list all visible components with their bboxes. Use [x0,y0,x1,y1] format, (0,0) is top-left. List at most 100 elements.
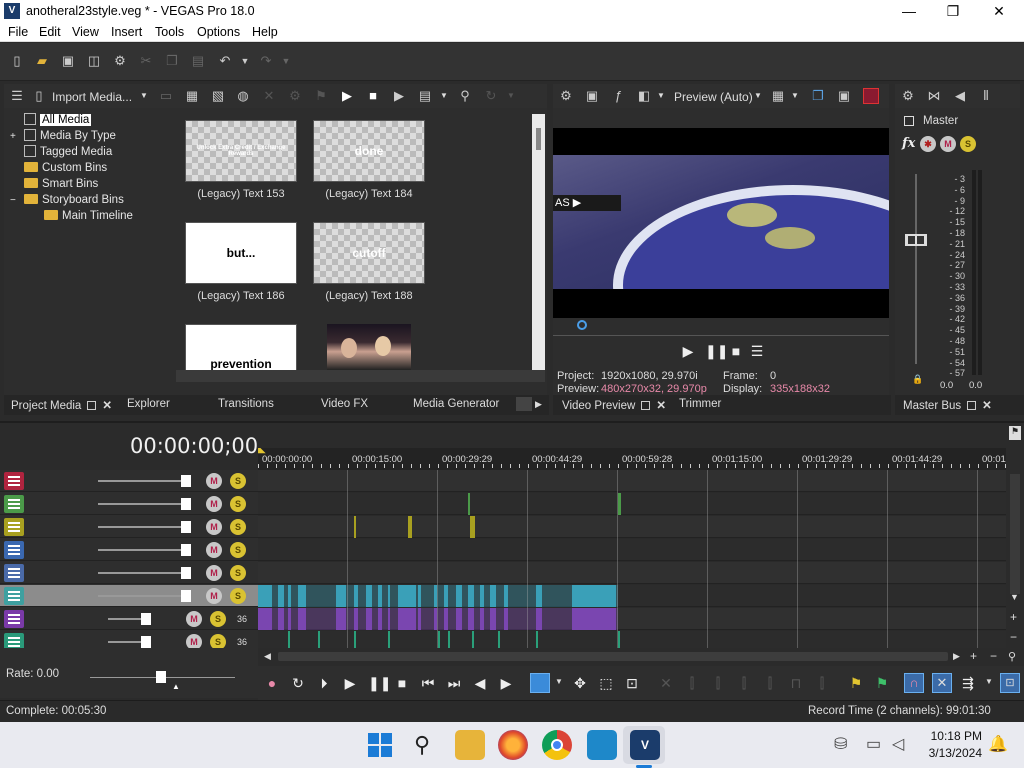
track-mute-icon[interactable]: M [206,473,222,489]
track-header[interactable]: M S 36 [0,608,258,630]
marker-icon[interactable]: ⚑ [848,674,864,692]
track-header[interactable]: MS [0,585,258,607]
media-scrollbar[interactable] [532,114,545,370]
tree-view-icon[interactable]: ☰ [10,89,24,103]
notification-bell-icon[interactable]: 🔔 [988,734,1008,754]
track-menu-icon[interactable] [4,610,24,628]
track-header[interactable]: MS [0,562,258,584]
scrollbar-thumb[interactable] [536,128,541,150]
track-header[interactable]: MS [0,493,258,515]
undo-dropdown-icon[interactable]: ▼ [238,54,252,68]
quality-dropdown-icon[interactable]: ▼ [754,91,762,100]
transport-pause-icon[interactable]: ❚❚ [368,674,391,692]
go-to-end-icon[interactable]: ⏭ [446,674,462,692]
track-level-knob[interactable] [141,636,151,648]
close-tab-icon[interactable]: ✕ [102,398,112,412]
menu-help[interactable]: Help [252,25,278,39]
stop-icon[interactable]: ■ [729,342,743,360]
undock-icon[interactable] [641,401,651,410]
menu-edit[interactable]: Edit [39,25,61,39]
open-folder-icon[interactable]: ▰ [35,54,49,68]
pause-icon[interactable]: ❚❚ [705,342,728,360]
fader-lock-icon[interactable]: 🔒 [912,374,923,385]
paste-icon[interactable]: ▤ [191,54,205,68]
track-solo-icon[interactable]: S [230,565,246,581]
search-icon[interactable]: ⚲ [458,89,472,103]
import-media-icon[interactable]: ▯ [32,89,46,103]
track-mute-icon[interactable]: M [206,588,222,604]
trim-start-icon[interactable]: ⫿ [710,674,726,692]
track-level-knob[interactable] [141,613,151,625]
track-level-knob[interactable] [181,521,191,533]
overlays-dropdown-icon[interactable]: ▼ [791,91,799,100]
copy-snapshot-icon[interactable]: ❐ [811,89,825,103]
tree-main-timeline[interactable]: Main Timeline [10,208,133,224]
record-icon[interactable] [863,88,879,104]
mixer-faders-icon[interactable]: ⫴ [979,89,993,103]
track-level-knob[interactable] [181,498,191,510]
menu-options[interactable]: Options [197,25,240,39]
render-as-icon[interactable]: ◫ [87,54,101,68]
track-mute-icon[interactable]: M [206,565,222,581]
vegas-taskbar-icon[interactable]: V [630,730,660,760]
close-tab-icon[interactable]: ✕ [982,398,992,412]
preview-quality-dropdown[interactable]: Preview (Auto) [674,90,753,104]
mixer-settings-gear-icon[interactable]: ⚙ [901,89,915,103]
cut-icon[interactable]: ✂ [139,54,153,68]
master-fx-icon[interactable]: fx [902,136,915,151]
track-level-slider[interactable] [98,526,182,528]
track-solo-icon[interactable]: S [230,588,246,604]
chrome-icon[interactable] [542,730,572,760]
ripple-dropdown-icon[interactable]: ▼ [985,677,993,686]
track-header[interactable]: MS [0,470,258,492]
redo-dropdown-icon[interactable]: ▼ [279,54,293,68]
properties-gear-icon[interactable]: ⚙ [113,54,127,68]
track-mute-icon[interactable]: M [186,611,202,627]
tab-media-generator[interactable]: Media Generator [413,398,499,410]
tab-trimmer[interactable]: Trimmer [679,398,721,410]
track-menu-icon[interactable] [4,633,24,648]
track-level-slider[interactable] [98,549,182,551]
tab-overflow[interactable] [516,397,532,411]
zoom-tool-icon[interactable]: ⚲ [1008,650,1016,663]
track-header[interactable]: M S 36 [0,631,258,648]
track-level-knob[interactable] [181,567,191,579]
collapse-icon[interactable]: − [10,193,24,209]
tab-scroll-right-icon[interactable]: ▶ [535,399,542,410]
remove-media-icon[interactable]: ▭ [159,89,173,103]
master-mute-icon[interactable]: M [940,136,956,152]
track-solo-icon[interactable]: S [230,496,246,512]
undock-icon[interactable] [967,401,977,410]
timeline-vscroll[interactable]: ⚑ ▼ + − [1006,424,1024,648]
track-solo-icon[interactable]: S [230,542,246,558]
save-icon[interactable]: ▣ [61,54,75,68]
menu-tools[interactable]: Tools [155,25,184,39]
normal-edit-tool-icon[interactable] [530,673,550,693]
track-level-slider[interactable] [98,572,182,574]
timeline-ruler[interactable]: 00:00:00:00 00:00:15:00 00:00:29:29 00:00:4… [258,448,1006,470]
tree-storyboard-bins[interactable]: − Storyboard Bins [10,192,124,208]
track-solo-icon[interactable]: S [210,611,226,627]
delete-edit-icon[interactable]: ✕ [658,674,674,692]
stop-media-icon[interactable]: ■ [366,89,380,103]
split-screen-icon[interactable]: ◧ [637,89,651,103]
tree-tagged-media[interactable]: Tagged Media [10,144,112,160]
track-header[interactable]: MS [0,516,258,538]
go-to-start-icon[interactable]: ⏮ [420,674,436,692]
overlays-grid-icon[interactable]: ▦ [771,89,785,103]
firefox-icon[interactable] [498,730,528,760]
tab-master-bus[interactable]: Master Bus ✕ [903,398,992,412]
loop-playback-icon[interactable]: ↻ [290,674,306,692]
zoom-out-vertical-icon[interactable]: − [1010,630,1017,644]
vscroll-down-icon[interactable]: ▼ [1010,592,1019,602]
region-icon[interactable]: ⚑ [874,674,890,692]
hscroll-right-icon[interactable]: ▶ [953,651,960,662]
network-icon[interactable]: ⛁ [834,734,847,754]
display-icon[interactable]: ▭ [866,734,881,754]
play-media-icon[interactable]: ▶ [340,89,354,103]
track-menu-icon[interactable] [4,587,24,605]
copy-icon[interactable]: ❐ [165,54,179,68]
hscroll-left-icon[interactable]: ◀ [264,651,271,662]
auto-crossfade-icon[interactable]: ✕ [932,673,952,693]
refresh-icon[interactable]: ↻ [484,89,498,103]
